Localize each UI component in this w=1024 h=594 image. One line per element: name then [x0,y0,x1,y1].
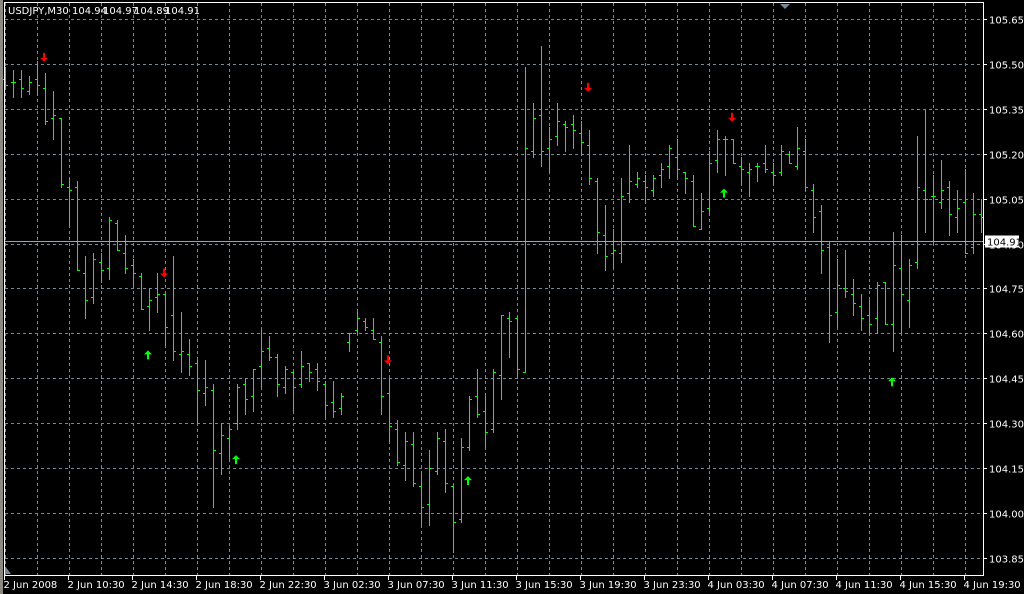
y-tick-label: 104.30 [989,420,1024,431]
x-tick-label: 3 Jun 02:30 [324,580,381,591]
x-tick-label: 2 Jun 14:30 [132,580,189,591]
y-tick-label: 104.75 [989,285,1024,296]
y-tick-label: 105.50 [989,61,1024,72]
x-tick-label: 4 Jun 19:30 [964,580,1021,591]
symbol-timeframe: USDJPY,M30 [8,6,69,17]
x-tick-label: 3 Jun 19:30 [580,580,637,591]
y-tick-label: 105.05 [989,196,1024,207]
y-tick-label: 103.85 [989,555,1024,566]
x-tick-label: 3 Jun 15:30 [516,580,573,591]
header-close: 104.91 [165,6,200,17]
y-tick-label: 105.20 [989,151,1024,162]
current-price-label: 104.91 [985,235,1022,249]
x-tick-label: 2 Jun 18:30 [196,580,253,591]
y-tick-label: 104.15 [989,465,1024,476]
left-window-edge [0,0,3,594]
x-tick-label: 3 Jun 11:30 [452,580,509,591]
x-tick-label: 2 Jun 22:30 [260,580,317,591]
x-tick-label: 4 Jun 11:30 [836,580,893,591]
price-chart[interactable]: 105.65105.50105.35105.20105.05104.90104.… [0,0,1024,594]
y-tick-label: 104.60 [989,330,1024,341]
y-tick-label: 105.65 [989,16,1024,27]
x-tick-label: 4 Jun 07:30 [772,580,829,591]
current-price-text: 104.91 [987,238,1022,249]
x-tick-label: 3 Jun 07:30 [388,580,445,591]
header-low: 104.89 [134,6,169,17]
chart-header: USDJPY,M30 104.94 104.97 104.89 104.91 [8,6,200,17]
header-open: 104.94 [72,6,107,17]
header-high: 104.97 [103,6,138,17]
y-tick-label: 105.35 [989,106,1024,117]
x-tick-label: 4 Jun 15:30 [900,580,957,591]
y-tick-label: 104.45 [989,375,1024,386]
x-tick-label: 3 Jun 23:30 [644,580,701,591]
x-tick-label: 2 Jun 10:30 [68,580,125,591]
y-tick-label: 104.00 [989,510,1024,521]
x-tick-label: 4 Jun 03:30 [708,580,765,591]
chart-background [0,0,1024,594]
x-tick-label: 2 Jun 2008 [4,580,58,591]
